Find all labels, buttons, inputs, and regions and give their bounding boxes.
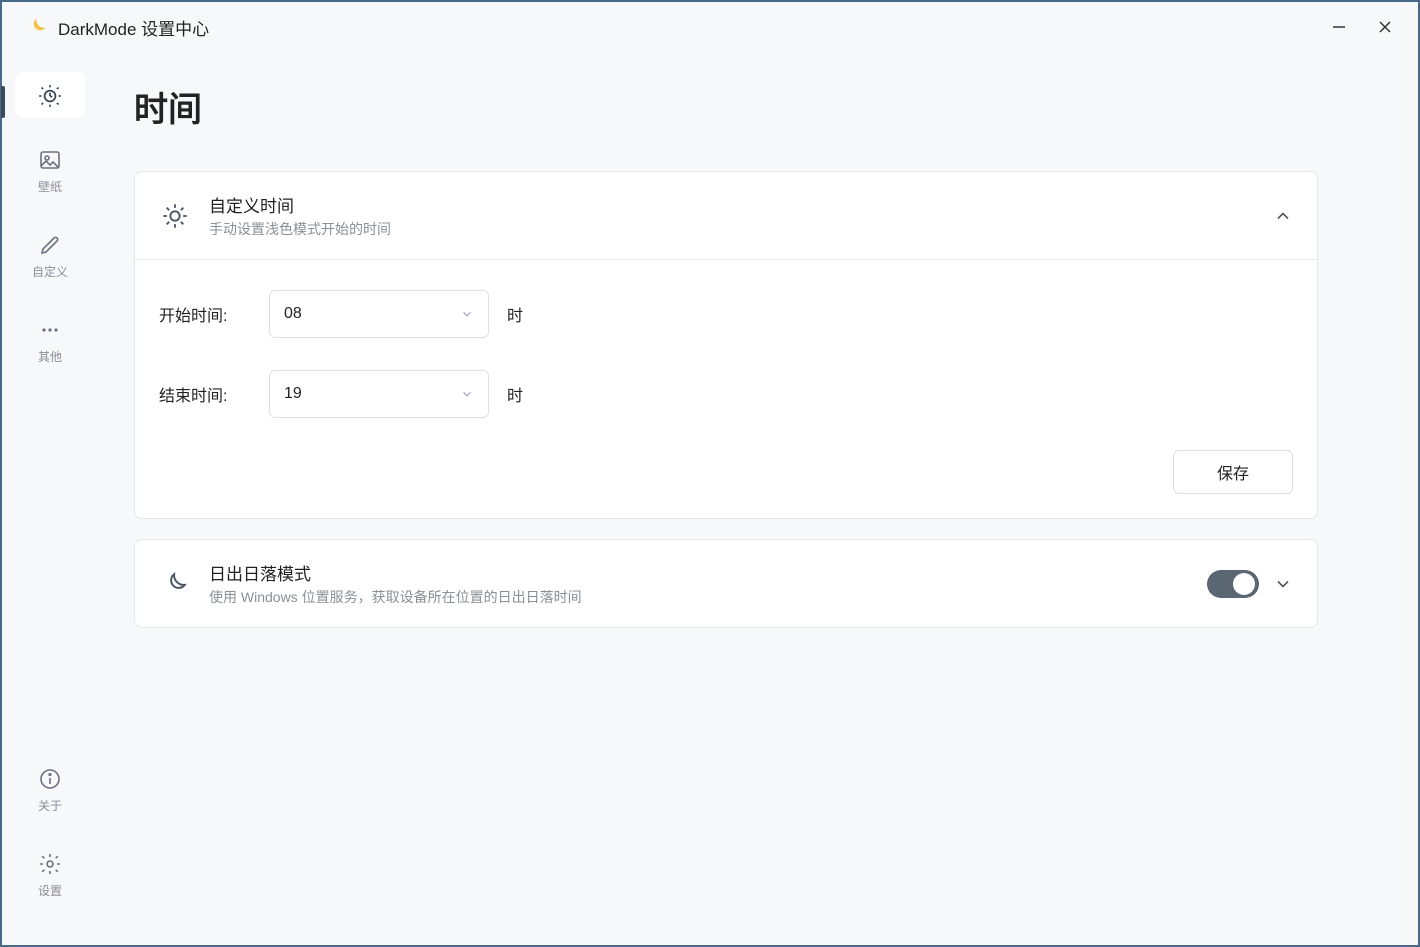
sunrise-sunset-toggle[interactable] xyxy=(1207,570,1259,598)
sidebar-item-label: 设置 xyxy=(38,882,62,899)
info-icon xyxy=(36,765,64,793)
sidebar-item-label: 壁纸 xyxy=(38,178,62,195)
chevron-down-icon xyxy=(460,387,474,401)
gear-icon xyxy=(36,850,64,878)
end-time-label: 结束时间: xyxy=(159,382,269,406)
page-title: 时间 xyxy=(134,82,1318,131)
sidebar-item-label: 自定义 xyxy=(32,263,68,280)
sunrise-sunset-header[interactable]: 日出日落模式 使用 Windows 位置服务，获取设备所在位置的日出日落时间 xyxy=(135,540,1317,627)
end-time-select[interactable]: 19 xyxy=(269,370,489,418)
sidebar: 时间 壁纸 自定义 其他 关于 xyxy=(2,52,98,945)
save-button[interactable]: 保存 xyxy=(1173,450,1293,494)
end-time-row: 结束时间: 19 时 xyxy=(159,370,1293,418)
end-time-value: 19 xyxy=(284,385,460,403)
titlebar: DarkMode 设置中心 xyxy=(2,2,1418,52)
sunrise-sunset-card: 日出日落模式 使用 Windows 位置服务，获取设备所在位置的日出日落时间 xyxy=(134,539,1318,628)
start-time-value: 08 xyxy=(284,305,460,323)
card-title: 日出日落模式 xyxy=(209,560,1207,585)
sidebar-item-wallpaper[interactable]: 壁纸 xyxy=(15,136,85,203)
end-time-unit: 时 xyxy=(507,382,523,406)
card-subtitle: 使用 Windows 位置服务，获取设备所在位置的日出日落时间 xyxy=(209,587,1207,607)
sidebar-item-other[interactable]: 其他 xyxy=(15,306,85,373)
sidebar-item-about[interactable]: 关于 xyxy=(15,755,85,822)
sidebar-item-custom[interactable]: 自定义 xyxy=(15,221,85,288)
custom-time-body: 开始时间: 08 时 结束时间: 19 xyxy=(135,259,1317,518)
sidebar-item-label: 关于 xyxy=(38,797,62,814)
sun-clock-icon xyxy=(36,82,64,110)
custom-time-card: 自定义时间 手动设置浅色模式开始的时间 开始时间: 08 时 xyxy=(134,171,1318,519)
start-time-row: 开始时间: 08 时 xyxy=(159,290,1293,338)
main-content: 时间 自定义时间 手动设置浅色模式开始的时间 开始时间: 08 xyxy=(98,52,1418,945)
chevron-up-icon xyxy=(1273,206,1293,226)
close-button[interactable] xyxy=(1362,9,1408,45)
card-title: 自定义时间 xyxy=(209,192,1259,217)
sidebar-item-time[interactable]: 时间 xyxy=(15,72,85,118)
minimize-button[interactable] xyxy=(1316,9,1362,45)
sidebar-item-label: 其他 xyxy=(38,348,62,365)
more-icon xyxy=(36,316,64,344)
chevron-down-icon xyxy=(1273,574,1293,594)
start-time-select[interactable]: 08 xyxy=(269,290,489,338)
moon-outline-icon xyxy=(159,568,191,600)
sidebar-item-settings[interactable]: 设置 xyxy=(15,840,85,907)
custom-time-header[interactable]: 自定义时间 手动设置浅色模式开始的时间 xyxy=(135,172,1317,259)
start-time-unit: 时 xyxy=(507,302,523,326)
card-subtitle: 手动设置浅色模式开始的时间 xyxy=(209,219,1259,239)
start-time-label: 开始时间: xyxy=(159,302,269,326)
moon-icon xyxy=(26,16,48,38)
image-icon xyxy=(36,146,64,174)
pencil-icon xyxy=(36,231,64,259)
chevron-down-icon xyxy=(460,307,474,321)
app-title: DarkMode 设置中心 xyxy=(58,15,209,40)
sun-icon xyxy=(159,200,191,232)
